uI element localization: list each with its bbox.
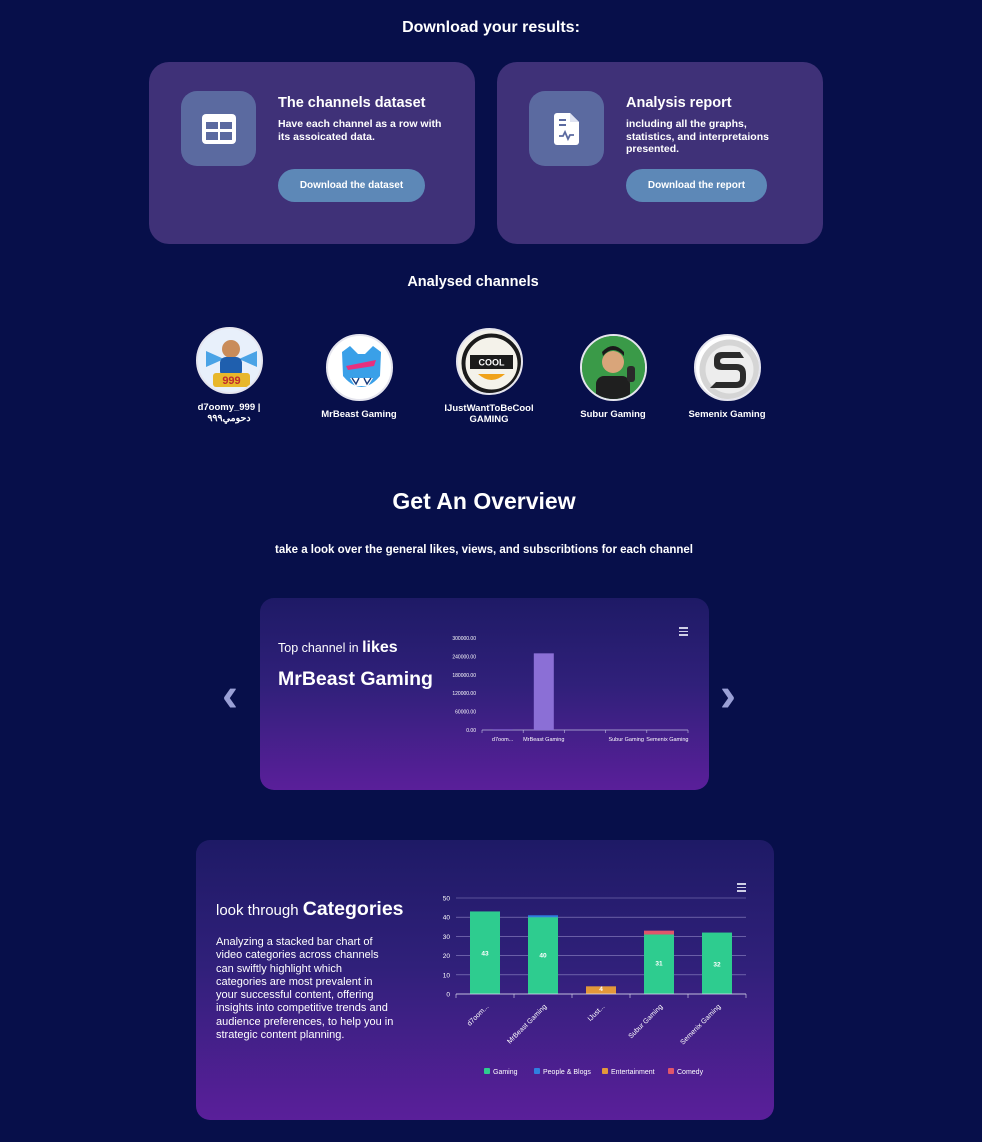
legend-label: Entertainment: [611, 1069, 655, 1076]
analysed-channels-heading: Analysed channels: [407, 274, 539, 290]
y-tick-label: 30: [443, 934, 451, 941]
categories-stacked-bar-chart: 50 40 30 20 10 0 43 d7oom... 40 MrBeast Gaming 4 IJ…: [443, 896, 747, 1076]
bar-segment: [528, 915, 558, 918]
y-tick-label: 60000.00: [455, 710, 476, 716]
categories-heading-strong: Categories: [302, 898, 404, 920]
y-tick-label: 240000.00: [452, 654, 476, 660]
top-channel-slide: Top channel in likes MrBeast Gaming 3000…: [260, 598, 709, 790]
data-label: 4: [599, 986, 603, 993]
data-label: 32: [713, 961, 721, 968]
channel-name: IJustWantToBeCool GAMING: [444, 403, 534, 425]
download-dataset-button[interactable]: Download the dataset: [278, 169, 425, 202]
x-tick-label: Semenix Gaming: [679, 1003, 722, 1046]
channel-item[interactable]: 999 d7oomy_999 | دحومي٩٩٩: [159, 327, 299, 424]
carousel-prev-arrow-icon[interactable]: ‹: [222, 668, 238, 723]
categories-description: Analyzing a stacked bar chart of video c…: [216, 936, 394, 1042]
channel-name: MrBeast Gaming: [321, 409, 397, 420]
y-tick-label: 300000.00: [452, 636, 476, 642]
download-heading: Download your results:: [402, 19, 580, 36]
report-document-icon: [529, 91, 604, 166]
x-tick-label: Subur Gaming: [608, 737, 643, 743]
download-report-button[interactable]: Download the report: [626, 169, 767, 202]
avatar: [325, 334, 393, 401]
bar-segment: [644, 930, 674, 935]
legend-swatch: [484, 1068, 490, 1074]
channel-item[interactable]: Semenix Gaming: [657, 334, 797, 420]
top-channel-name: MrBeast Gaming: [278, 668, 433, 690]
y-tick-label: 50: [443, 896, 451, 903]
legend-swatch: [534, 1068, 540, 1074]
categories-heading: look through Categories: [216, 898, 404, 921]
x-tick-label: IJust...: [587, 1003, 607, 1023]
carousel-next-arrow-icon[interactable]: ›: [720, 668, 736, 723]
report-card: Analysis report including all the graphs…: [497, 62, 823, 244]
channel-name: Semenix Gaming: [688, 409, 766, 420]
overview-heading: Get An Overview: [392, 488, 576, 514]
top-channel-label-metric: likes: [362, 639, 398, 656]
y-tick-label: 120000.00: [452, 691, 476, 697]
y-tick-label: 180000.00: [452, 673, 476, 679]
channel-item[interactable]: MrBeast Gaming: [289, 334, 429, 420]
svg-text:COOL: COOL: [478, 358, 505, 368]
legend-swatch: [602, 1068, 608, 1074]
data-label: 43: [481, 951, 489, 958]
channel-name: d7oomy_999 | دحومي٩٩٩: [197, 402, 261, 424]
x-tick-label: MrBeast Gaming: [506, 1003, 548, 1045]
data-label: 40: [539, 953, 547, 960]
y-tick-label: 0.00: [466, 728, 476, 734]
x-tick-label: Semenix Gaming: [646, 737, 688, 743]
y-tick-label: 10: [443, 972, 451, 979]
bar: [533, 653, 554, 730]
report-card-title: Analysis report: [626, 95, 732, 111]
data-label: 31: [655, 960, 663, 967]
avatar: [579, 334, 647, 401]
report-card-description: including all the graphs, statistics, an…: [626, 118, 769, 155]
table-icon: [181, 91, 256, 166]
x-tick-label: d7oom...: [466, 1003, 490, 1027]
legend-label: Comedy: [677, 1069, 704, 1076]
avatar: [693, 334, 761, 401]
channel-item[interactable]: COOL IJustWantToBeCool GAMING: [419, 328, 559, 425]
top-channel-label: Top channel in likes: [278, 639, 398, 657]
legend-label: People & Blogs: [543, 1069, 591, 1076]
y-tick-label: 0: [446, 992, 450, 999]
categories-heading-prefix: look through: [216, 902, 299, 919]
x-tick-label: MrBeast Gaming: [523, 737, 564, 743]
dataset-card: The channels dataset Have each channel a…: [149, 62, 475, 244]
likes-bar-chart: 300000.00 240000.00 180000.00 120000.00 6000…: [452, 636, 688, 743]
y-tick-label: 40: [443, 915, 451, 922]
legend-swatch: [668, 1068, 674, 1074]
overview-subtitle: take a look over the general likes, view…: [275, 544, 693, 556]
legend-label: Gaming: [493, 1069, 518, 1076]
svg-text:999: 999: [222, 375, 240, 387]
dataset-card-description: Have each channel as a row with its asso…: [278, 118, 442, 143]
avatar: COOL: [455, 328, 523, 395]
x-tick-label: d7oom...: [492, 737, 514, 743]
y-tick-label: 20: [443, 953, 451, 960]
avatar: 999: [195, 327, 263, 394]
categories-panel: look through Categories Analyzing a stac…: [196, 840, 774, 1120]
x-tick-label: Subur Gaming: [628, 1003, 665, 1040]
dataset-card-title: The channels dataset: [278, 95, 426, 111]
bar: [492, 729, 513, 730]
top-channel-label-prefix: Top channel in: [278, 641, 359, 655]
